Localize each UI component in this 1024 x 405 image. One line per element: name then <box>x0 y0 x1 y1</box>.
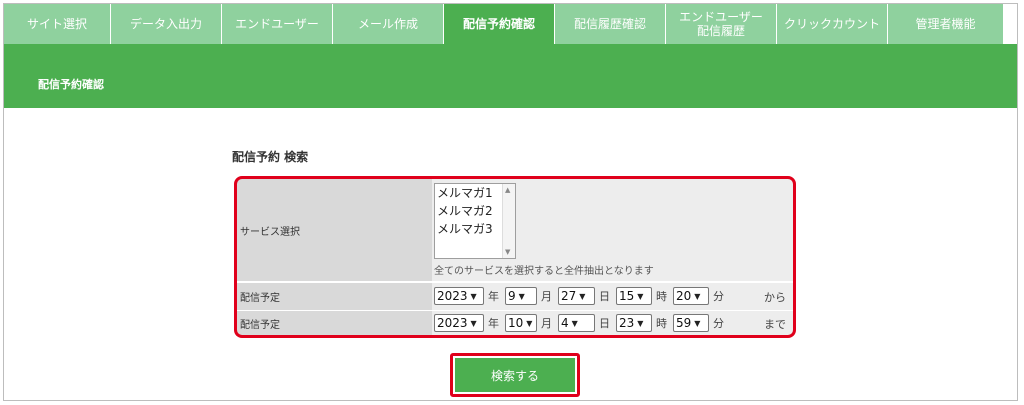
page-banner: 配信予約確認 <box>4 44 1017 108</box>
tab-click-count[interactable]: クリックカウント <box>777 4 888 44</box>
search-button[interactable]: 検索する <box>455 358 575 392</box>
tab-data-io[interactable]: データ入出力 <box>111 4 222 44</box>
tab-end-user-delivery-history[interactable]: エンドユーザー 配信履歴 <box>666 4 777 44</box>
form-highlight-box <box>234 176 796 338</box>
search-section-title: 配信予約 検索 <box>232 150 309 164</box>
tab-delivery-history[interactable]: 配信履歴確認 <box>555 4 666 44</box>
main-nav-tabs: サイト選択 データ入出力 エンドユーザー メール作成 配信予約確認 配信履歴確認… <box>4 4 1004 44</box>
tab-admin[interactable]: 管理者機能 <box>888 4 1004 44</box>
app-frame: サイト選択 データ入出力 エンドユーザー メール作成 配信予約確認 配信履歴確認… <box>3 3 1018 401</box>
tab-end-users[interactable]: エンドユーザー <box>222 4 333 44</box>
tab-delivery-reservation[interactable]: 配信予約確認 <box>444 4 555 44</box>
page-title: 配信予約確認 <box>38 78 104 91</box>
tab-site-select[interactable]: サイト選択 <box>4 4 111 44</box>
tab-mail-create[interactable]: メール作成 <box>333 4 444 44</box>
